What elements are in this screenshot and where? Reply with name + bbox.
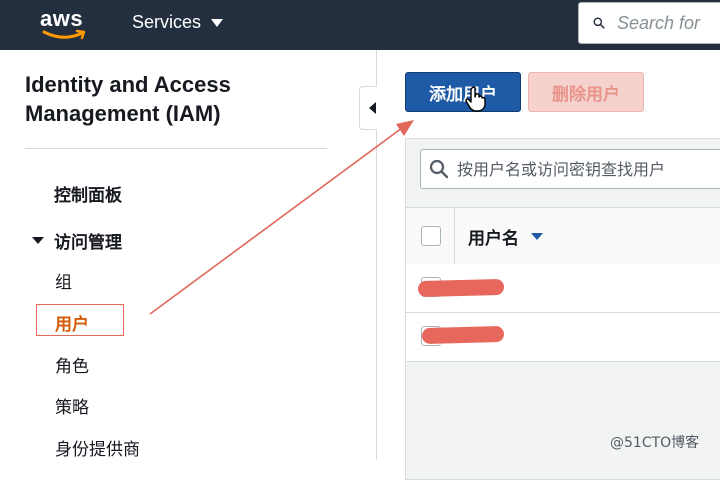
sidebar-item-groups[interactable]: 组: [55, 268, 72, 293]
redacted-username: [421, 325, 505, 345]
sidebar-section-label: 访问管理: [54, 233, 122, 253]
top-navigation-bar: aws Services: [0, 0, 720, 50]
sidebar-item-dashboard[interactable]: 控制面板: [54, 181, 122, 206]
aws-logo[interactable]: aws: [40, 6, 90, 42]
select-all-checkbox[interactable]: [421, 226, 441, 246]
aws-smile-icon: [42, 29, 86, 40]
column-header-username[interactable]: 用户名: [468, 224, 543, 249]
column-header-label: 用户名: [468, 229, 519, 249]
add-user-button[interactable]: 添加用户: [405, 72, 521, 112]
annotation-highlight-box: [36, 304, 124, 336]
users-panel: 用户名: [405, 138, 720, 480]
sidebar-item-roles[interactable]: 角色: [55, 352, 89, 377]
sidebar-title: Identity and Access Management (IAM): [25, 72, 231, 126]
table-row[interactable]: [406, 313, 720, 362]
chevron-down-icon: [32, 237, 44, 244]
user-filter-input[interactable]: [455, 158, 720, 180]
sidebar-divider: [25, 148, 327, 149]
table-header: 用户名: [406, 207, 720, 265]
hand-cursor-icon: [465, 86, 486, 112]
select-all-cell: [406, 208, 455, 264]
delete-user-button[interactable]: 删除用户: [528, 72, 644, 112]
table-row[interactable]: [406, 264, 720, 313]
sidebar-collapse-toggle[interactable]: [359, 86, 378, 130]
search-icon: [593, 17, 605, 29]
chevron-down-icon: [211, 18, 224, 27]
services-label: Services: [132, 12, 202, 32]
global-search-box[interactable]: [578, 2, 720, 44]
sidebar-item-identity-providers[interactable]: 身份提供商: [55, 435, 140, 460]
sort-descending-icon: [531, 233, 543, 240]
chevron-left-icon: [368, 102, 376, 114]
sidebar-section-access-management[interactable]: 访问管理: [32, 228, 122, 253]
search-icon: [429, 159, 449, 179]
sidebar-item-policies[interactable]: 策略: [55, 393, 89, 418]
watermark: @51CTO博客: [610, 435, 700, 451]
global-search-input[interactable]: [615, 11, 720, 35]
sidebar: Identity and Access Management (IAM) 控制面…: [0, 50, 377, 460]
services-menu[interactable]: Services: [132, 12, 224, 33]
user-filter-box[interactable]: [420, 149, 720, 189]
main-content: 添加用户 删除用户 用户名: [377, 50, 720, 480]
redacted-username: [417, 278, 505, 298]
